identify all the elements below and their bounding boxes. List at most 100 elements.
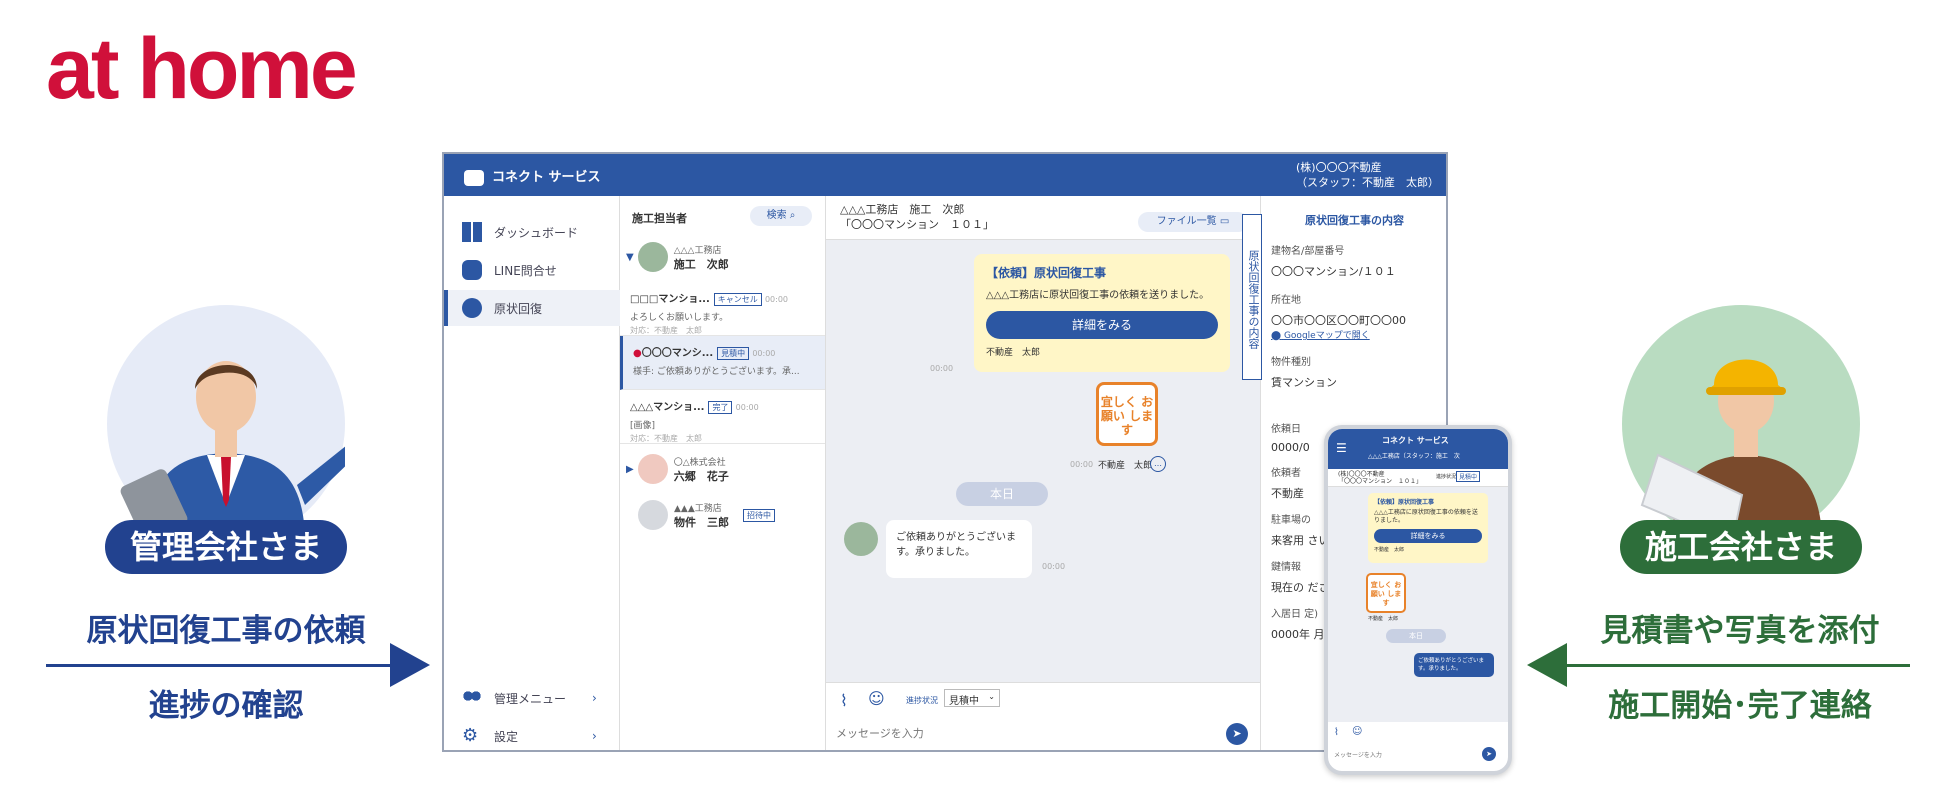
sidebar-item-restoration[interactable]: 原状回復 [444, 290, 620, 326]
search-label: 検索 [766, 210, 787, 221]
progress-label: 進捗状況 [906, 696, 938, 705]
status-badge: キャンセル [713, 293, 762, 306]
map-pin-icon: ⬤ [1271, 331, 1282, 341]
conv-meta: 対応：不動産 太郎 [630, 326, 702, 335]
contractor-caption-notice: 施工開始･完了連絡 [1608, 688, 1872, 724]
chevron-down-icon: ▼ [626, 251, 634, 263]
chevron-right-icon: › [592, 729, 597, 743]
conv-preview: [画像] [630, 421, 656, 431]
phone-progress-label: 進捗状況 [1436, 474, 1457, 480]
sidebar-item-label: LINE問合せ [494, 263, 557, 278]
send-button[interactable]: ➤ [1226, 723, 1248, 745]
user-info[interactable]: (株)〇〇〇不動産 （スタッフ：不動産 太郎） [1296, 160, 1439, 190]
detail-toggle-tab[interactable]: 原状回復工事の内容 [1242, 214, 1262, 380]
progress-select[interactable]: 見積中 ⌄ [944, 689, 1000, 707]
manager-caption-progress: 進捗の確認 [148, 688, 304, 724]
map-link[interactable]: ⬤ Googleマップで開く [1271, 328, 1438, 341]
field-value: 賃マンション [1271, 376, 1337, 389]
reply-message: ご依頼ありがとうございます。承りました。 [886, 520, 1032, 578]
app-title: コネクト サービス [492, 170, 601, 185]
status-badge: 完了 [708, 401, 733, 414]
avatar [637, 454, 668, 484]
list-item-selected[interactable]: ●〇〇〇マンシ... 見積中 00:00 様手: ご依頼ありがとうございます。承.… [620, 336, 825, 390]
company-name: (株)〇〇〇不動産 [1296, 161, 1382, 174]
manager-arrow-line [46, 664, 391, 667]
phone-reply: ご依頼ありがとうございます。承りました。 [1414, 653, 1494, 677]
group-contractor-1[interactable]: ▼ △△△工務店 施工 次郎 [620, 234, 825, 280]
field-value: 〇〇市〇〇区〇〇町〇〇00 [1271, 314, 1406, 327]
chevron-down-icon: ⌄ [988, 692, 995, 701]
group-contractor-2[interactable]: ▶ 〇△株式会社 六郷 花子 [620, 446, 825, 492]
group-person: 六郷 花子 [673, 469, 729, 483]
phone-paperclip-icon[interactable]: ⌇ [1334, 727, 1339, 738]
list-item[interactable]: □□□マンショ... キャンセル 00:00 よろしくお願いします。 対応：不動産… [620, 282, 825, 336]
phone-chat-header: (株)〇〇〇不動産 「〇〇〇マンション １０１」 [1328, 469, 1508, 487]
chat-panel: △△△工務店 施工 次郎 「〇〇〇マンション １０１」 ファイル一覧 ▭ 【依頼… [826, 196, 1260, 750]
message-time: 00:00 [1070, 460, 1094, 469]
conv-title: 〇〇〇マンシ... [641, 348, 714, 359]
sidebar-item-admin-menu[interactable]: 管理メニュー › [444, 680, 620, 716]
sidebar-item-line[interactable]: LINE問合せ [444, 252, 620, 288]
phone-user: △△△工務店（スタッフ：施工 次 [1368, 453, 1460, 460]
send-icon: ➤ [1232, 727, 1242, 740]
detail-title: 原状回復工事の内容 [1305, 214, 1404, 227]
sidebar-item-dashboard[interactable]: ダッシュボード [444, 214, 620, 250]
smartphone-app: ☰ コネクト サービス △△△工務店（スタッフ：施工 次 (株)〇〇〇不動産 「… [1324, 425, 1512, 775]
phone-app-title: コネクト サービス [1382, 436, 1449, 445]
phone-send-button[interactable]: ➤ [1482, 747, 1496, 761]
sidebar-item-label: 設定 [494, 729, 519, 744]
request-card: 【依頼】原状回復工事 △△△工務店に原状回復工事の依頼を送りました。 詳細をみる… [974, 254, 1230, 372]
phone-header: ☰ コネクト サービス △△△工務店（スタッフ：施工 次 [1328, 429, 1508, 469]
group-company: 〇△株式会社 [673, 457, 726, 468]
conv-time: 00:00 [735, 403, 759, 412]
phone-request-card: 【依頼】原状回復工事 △△△工務店に原状回復工事の依頼を送りました。 詳細をみる… [1368, 493, 1488, 563]
file-list-button[interactable]: ファイル一覧 ▭ [1138, 212, 1248, 232]
phone-request-body: △△△工務店に原状回復工事の依頼を送りました。 [1374, 509, 1478, 524]
conv-title: △△△マンショ... [630, 402, 705, 413]
group-contractor-3[interactable]: ▲▲▲工務店 物件 三郎 招待中 [620, 492, 825, 538]
invite-badge: 招待中 [743, 508, 775, 522]
group-company: ▲▲▲工務店 [674, 503, 722, 514]
avatar [637, 242, 668, 272]
phone-stamp: 宜しく お願い します [1366, 573, 1406, 613]
dashboard-icon [462, 222, 482, 242]
manager-caption-request: 原状回復工事の依頼 [86, 613, 366, 649]
list-item[interactable]: △△△マンショ... 完了 00:00 [画像] 対応：不動産 太郎 [620, 390, 825, 444]
message-input[interactable] [836, 723, 1196, 743]
sidebar: ダッシュボード LINE問合せ 原状回復 管理メニュー › ⚙ 設定 › [444, 196, 620, 750]
file-list-label: ファイル一覧 [1156, 216, 1217, 227]
app-brand[interactable]: コネクト サービス [464, 166, 601, 186]
search-button[interactable]: 検索 ⌕ [750, 206, 812, 226]
request-title: 【依頼】原状回復工事 [986, 266, 1107, 280]
desktop-app-window: コネクト サービス (株)〇〇〇不動産 （スタッフ：不動産 太郎） ダッシュボー… [442, 152, 1448, 752]
phone-request-title: 【依頼】原状回復工事 [1374, 499, 1435, 506]
contractor-arrow-line [1565, 664, 1910, 667]
stamp-message: 宜しく お願い します [1096, 382, 1158, 446]
sidebar-item-settings[interactable]: ⚙ 設定 › [444, 718, 620, 750]
staff-name: （スタッフ：不動産 太郎） [1296, 176, 1439, 189]
phone-date-divider: 本日 [1386, 629, 1446, 643]
sidebar-item-label: 管理メニュー [494, 691, 567, 706]
detail-button[interactable]: 詳細をみる [986, 311, 1218, 339]
folder-icon: ▭ [1219, 216, 1230, 227]
phone-message-input[interactable] [1334, 749, 1464, 761]
sidebar-item-label: 原状回復 [494, 301, 543, 316]
paperclip-icon[interactable]: ⌇ [840, 691, 848, 710]
conv-meta: 対応：不動産 太郎 [630, 434, 702, 443]
send-icon: ➤ [1486, 750, 1492, 758]
phone-emoji-icon[interactable]: ☺ [1352, 726, 1362, 737]
emoji-icon[interactable]: ☺ [868, 689, 885, 708]
conv-title: □□□マンショ... [630, 294, 710, 305]
chat-icon [462, 260, 482, 280]
stamp-sender: 不動産 太郎 [1098, 461, 1153, 471]
manager-badge: 管理会社さま [105, 520, 347, 574]
field-value: 〇〇〇マンション/１０１ [1271, 265, 1396, 278]
hamburger-icon[interactable]: ☰ [1336, 441, 1347, 455]
restoration-icon [462, 298, 482, 318]
message-time: 00:00 [1042, 562, 1066, 571]
phone-detail-button[interactable]: 詳細をみる [1374, 529, 1482, 543]
group-person: 施工 次郎 [673, 257, 729, 271]
more-icon[interactable]: … [1150, 456, 1166, 472]
detail-tab-label: 原状回復工事の内容 [1247, 249, 1260, 349]
group-person: 物件 三郎 [674, 515, 729, 529]
